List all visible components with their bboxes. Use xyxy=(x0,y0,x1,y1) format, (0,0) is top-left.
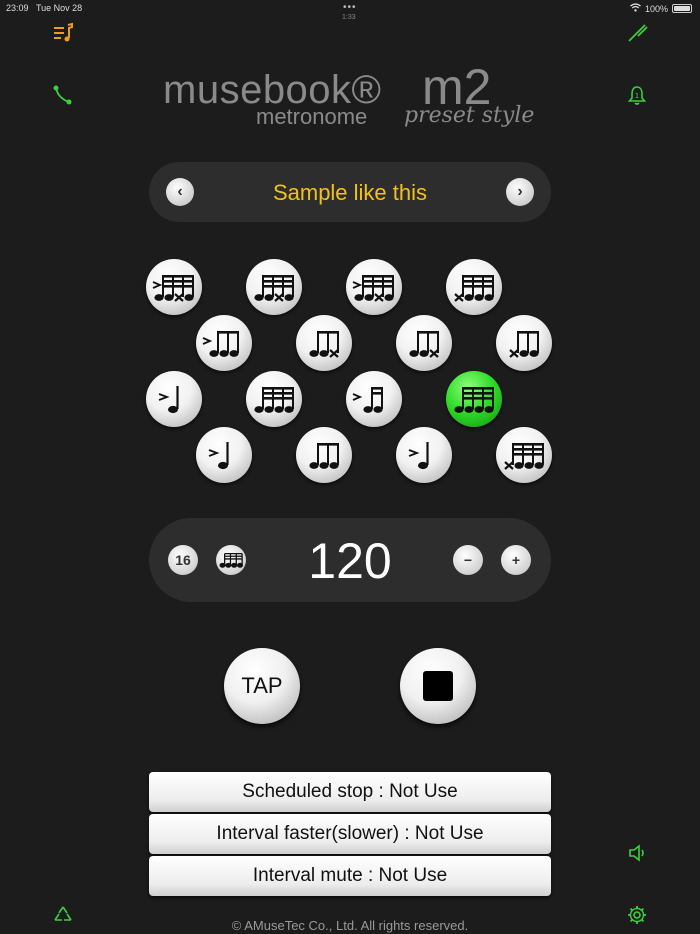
status-bar: 23:09 Tue Nov 28 ••• 1:33 100% xyxy=(0,0,700,21)
next-preset-button[interactable]: › xyxy=(506,178,534,206)
multitask-dots[interactable]: ••• xyxy=(343,2,357,13)
rhythm-notation-icon xyxy=(158,386,179,414)
tempo-decrease-button[interactable]: − xyxy=(453,545,483,575)
rhythm-notation-icon xyxy=(352,275,394,302)
stop-button[interactable] xyxy=(400,648,476,724)
tempo-value[interactable]: 120 xyxy=(288,532,412,590)
pattern-button[interactable] xyxy=(246,259,302,315)
tempo-bar: 16 120 − + xyxy=(149,518,551,602)
rhythm-notation-icon xyxy=(352,387,383,413)
battery-text: 100% xyxy=(644,3,668,14)
status-date: Tue Nov 28 xyxy=(36,3,83,13)
rhythm-notation-icon xyxy=(409,331,439,358)
battery-fill xyxy=(674,6,690,11)
stop-icon xyxy=(423,671,453,701)
pattern-button[interactable] xyxy=(396,315,452,371)
rhythm-notation-icon xyxy=(454,387,494,413)
interval-mute-button[interactable]: Interval mute : Not Use xyxy=(149,856,551,896)
rhythm-notation-icon xyxy=(254,275,294,302)
curve-icon[interactable] xyxy=(50,82,76,108)
rhythm-notation-icon xyxy=(309,443,339,469)
status-time: 23:09 xyxy=(6,3,29,13)
svg-text:1: 1 xyxy=(635,92,639,100)
pattern-button[interactable] xyxy=(446,371,502,427)
pattern-button[interactable] xyxy=(346,259,402,315)
preset-selector: ‹ Sample like this › xyxy=(149,162,551,222)
pattern-button[interactable] xyxy=(346,371,402,427)
rhythm-notation-icon xyxy=(309,331,339,358)
beat-pattern-icon xyxy=(219,553,244,568)
rhythm-notation-icon xyxy=(504,443,544,470)
status-sub: 1:33 xyxy=(342,14,356,21)
playlist-icon[interactable] xyxy=(50,20,76,46)
logo-style: preset style xyxy=(404,103,535,128)
rhythm-notation-icon xyxy=(152,275,194,302)
rhythm-notation-icon xyxy=(454,275,494,302)
pattern-button[interactable] xyxy=(146,371,202,427)
status-right: 100% xyxy=(630,3,692,14)
tuning-fork-icon[interactable] xyxy=(624,20,650,46)
bell-icon[interactable]: 1 xyxy=(624,82,650,108)
logo-product: metronome xyxy=(256,104,368,129)
subdivision-button[interactable]: 16 xyxy=(168,545,198,575)
rhythm-notation-icon xyxy=(509,331,539,358)
interval-faster-button[interactable]: Interval faster(slower) : Not Use xyxy=(149,814,551,854)
pattern-button[interactable] xyxy=(396,427,452,483)
pattern-button[interactable] xyxy=(446,259,502,315)
copyright-text: © AMuseTec Co., Ltd. All rights reserved… xyxy=(231,918,469,933)
beat-pattern-button[interactable] xyxy=(216,545,246,575)
pattern-button[interactable] xyxy=(146,259,202,315)
pattern-button[interactable] xyxy=(496,315,552,371)
preset-title[interactable]: Sample like this xyxy=(149,180,551,206)
rhythm-notation-icon xyxy=(408,442,429,470)
battery-icon xyxy=(672,4,692,13)
scheduled-stop-button[interactable]: Scheduled stop : Not Use xyxy=(149,772,551,812)
rhythm-notation-icon xyxy=(208,442,229,470)
pattern-button[interactable] xyxy=(196,315,252,371)
tempo-increase-button[interactable]: + xyxy=(501,545,531,575)
pattern-button[interactable] xyxy=(296,315,352,371)
tap-button[interactable]: TAP xyxy=(224,648,300,724)
speaker-icon[interactable] xyxy=(624,840,650,866)
pattern-button[interactable] xyxy=(196,427,252,483)
rhythm-notation-icon xyxy=(254,387,294,413)
pattern-button[interactable] xyxy=(246,371,302,427)
pattern-button[interactable] xyxy=(296,427,352,483)
pattern-button[interactable] xyxy=(496,427,552,483)
rhythm-notation-icon xyxy=(202,331,239,357)
wifi-icon xyxy=(630,3,641,14)
